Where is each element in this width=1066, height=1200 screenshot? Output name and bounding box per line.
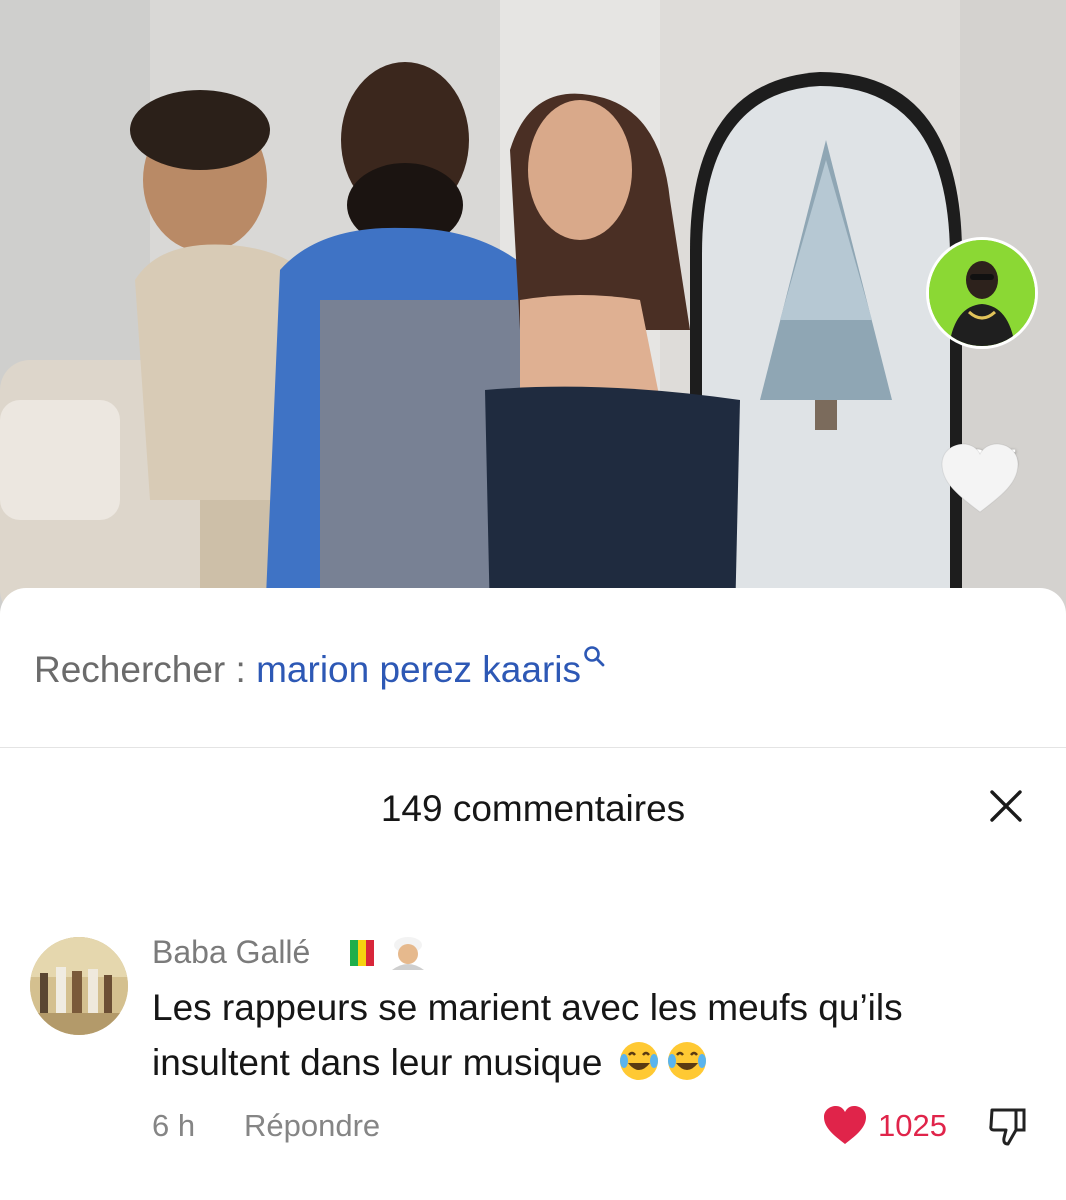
comment-text-body: Les rappeurs se marient avec les meufs q… xyxy=(152,987,903,1083)
search-query-link[interactable]: marion perez kaaris xyxy=(256,649,581,690)
divider xyxy=(0,747,1066,748)
close-icon[interactable] xyxy=(986,786,1026,826)
comment-author-avatar[interactable] xyxy=(30,937,128,1035)
video-player[interactable]: 3295 xyxy=(0,0,1066,620)
tears-of-joy-emoji xyxy=(619,1042,658,1080)
heart-icon[interactable] xyxy=(938,440,1022,516)
search-prefix: Rechercher : xyxy=(34,649,246,690)
thumbs-down-icon[interactable] xyxy=(986,1104,1030,1148)
creator-avatar[interactable] xyxy=(926,237,1038,349)
comments-count-title: 149 commentaires xyxy=(380,788,686,829)
search-suggestion[interactable]: Rechercher : marion perez kaaris xyxy=(34,646,605,693)
comment-timestamp: 6 h xyxy=(152,1108,196,1143)
video-like-column: 3295 xyxy=(938,440,1034,513)
mali-flag-emoji xyxy=(350,937,424,970)
video-frame xyxy=(0,0,1066,620)
search-icon xyxy=(584,646,605,667)
creator-avatar-image xyxy=(929,240,1035,346)
reply-button[interactable]: Répondre xyxy=(244,1106,380,1146)
comment-author-avatar-image xyxy=(30,937,128,1035)
comment-text: Les rappeurs se marient avec les meufs q… xyxy=(152,980,1032,1090)
person-with-turban-emoji xyxy=(392,937,424,970)
heart-icon[interactable] xyxy=(822,1104,868,1146)
tears-of-joy-emoji xyxy=(667,1042,706,1080)
comment-like-count: 1025 xyxy=(878,1108,947,1143)
comment-author-name[interactable]: Baba Gallé xyxy=(152,932,310,972)
